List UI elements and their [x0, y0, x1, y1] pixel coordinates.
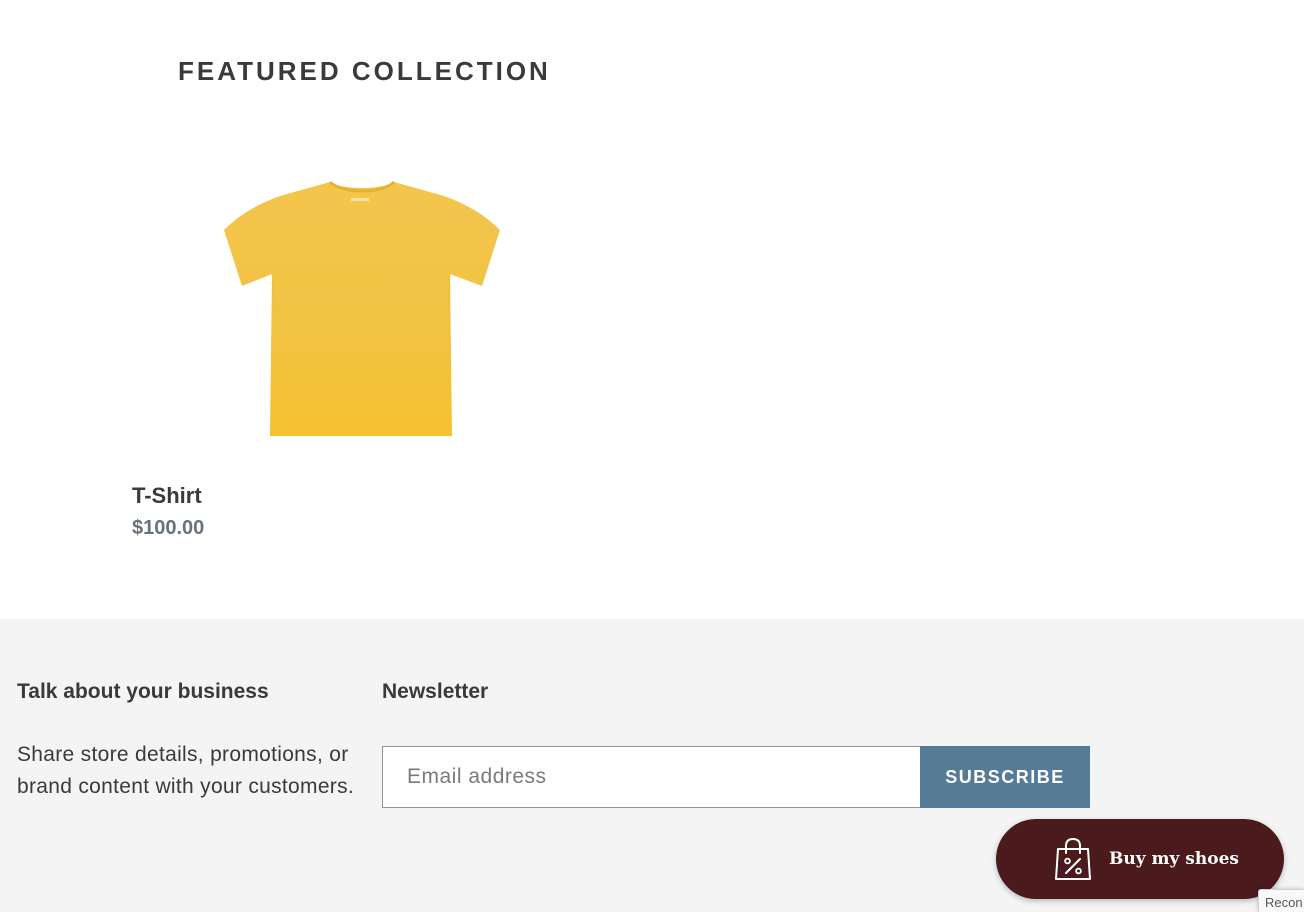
- about-text: Share store details, promotions, or bran…: [17, 743, 355, 798]
- email-input[interactable]: [382, 746, 920, 808]
- featured-collection-section: FEATURED COLLECTION T-Shirt $100.00: [0, 0, 1304, 619]
- newsletter-heading: Newsletter: [382, 680, 489, 703]
- about-heading: Talk about your business: [17, 680, 269, 703]
- subscribe-button[interactable]: SUBSCRIBE: [920, 746, 1090, 808]
- featured-collection-title: FEATURED COLLECTION: [178, 56, 551, 86]
- newsletter-form: SUBSCRIBE: [382, 746, 1090, 808]
- product-card[interactable]: T-Shirt $100.00: [132, 150, 592, 550]
- product-price: $100.00: [132, 517, 205, 539]
- buy-my-shoes-label[interactable]: Buy my shoes: [1109, 849, 1239, 869]
- recaptcha-badge[interactable]: Recon: [1258, 889, 1304, 912]
- page: FEATURED COLLECTION T-Shirt $100.00 Talk…: [0, 0, 1304, 912]
- shopping-bag-percent-icon: [1055, 837, 1091, 880]
- recaptcha-label: Recon: [1265, 895, 1303, 910]
- product-title[interactable]: T-Shirt: [132, 483, 202, 509]
- tshirt-image[interactable]: [212, 178, 512, 442]
- buy-my-shoes-button[interactable]: Buy my shoes: [996, 819, 1284, 899]
